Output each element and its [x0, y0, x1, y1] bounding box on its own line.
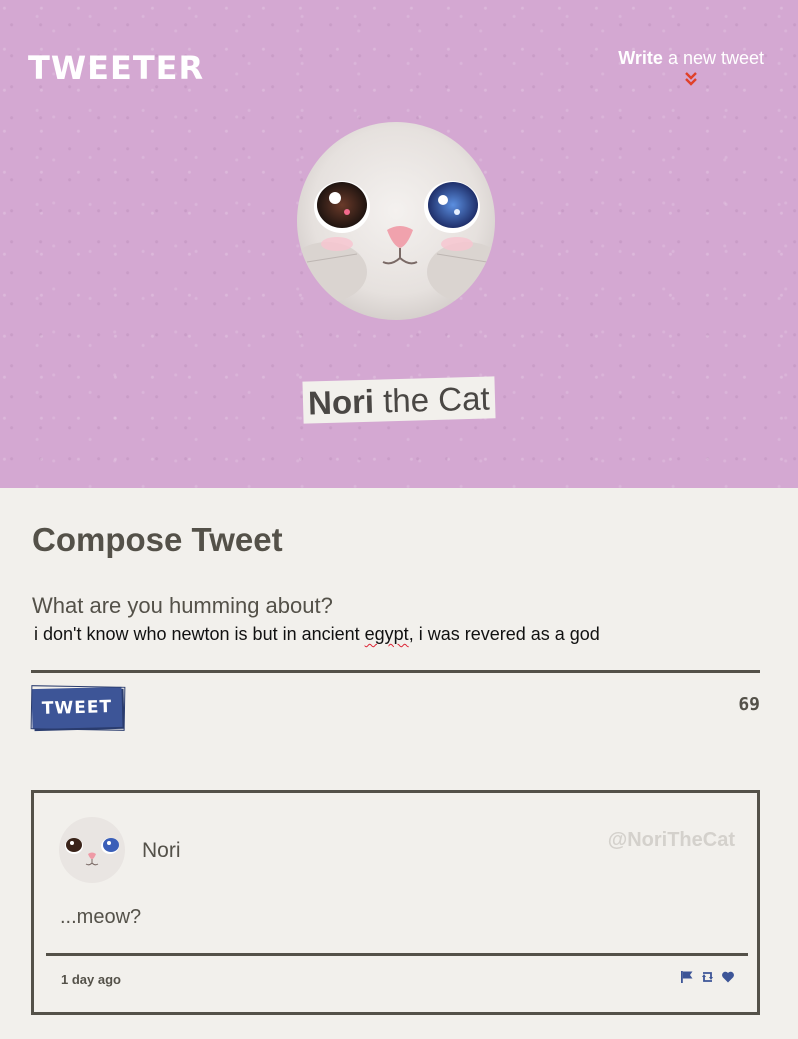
tweet-button[interactable]: TWEET	[31, 686, 123, 730]
compose-text-misspelled: egypt	[364, 624, 409, 644]
tweet-content: ...meow?	[60, 906, 142, 928]
character-counter: 69	[738, 694, 760, 715]
tweet-card: Nori @NoriTheCat ...meow? 1 day ago	[31, 790, 760, 1015]
compose-textarea[interactable]: i don't know who newton is but in ancien…	[34, 622, 760, 646]
app-logo[interactable]: TWEETER	[28, 52, 204, 84]
compose-prompt-label: What are you humming about?	[32, 593, 333, 618]
tweet-author-handle: @NoriTheCat	[607, 829, 735, 851]
compose-section: Compose Tweet What are you humming about…	[32, 518, 760, 646]
write-link-strong: Write	[618, 48, 663, 68]
double-chevron-down-icon	[685, 72, 697, 86]
heart-icon[interactable]	[721, 970, 735, 984]
profile-name: Nori the Cat	[302, 376, 496, 424]
compose-divider	[31, 670, 760, 673]
profile-name-first: Nori	[307, 382, 375, 422]
tweet-author-name: Nori	[142, 839, 181, 862]
compose-text-before: i don't know who newton is but in ancien…	[34, 624, 365, 644]
compose-text-after: , i was revered as a god	[408, 624, 600, 644]
profile-name-rest: the Cat	[373, 379, 491, 420]
profile-avatar	[297, 122, 495, 320]
tweet-button-label: TWEET	[41, 697, 113, 719]
tweet-divider	[46, 953, 748, 956]
write-new-tweet-link[interactable]: Write a new tweet	[618, 48, 764, 87]
write-link-rest: a new tweet	[662, 48, 764, 68]
tweet-timestamp: 1 day ago	[61, 972, 121, 987]
profile-header: TWEETER Write a new tweet Nori the Cat	[0, 0, 798, 488]
compose-title: Compose Tweet	[32, 521, 283, 558]
tweet-avatar	[59, 817, 125, 883]
tweet-actions	[680, 970, 735, 984]
flag-icon[interactable]	[680, 970, 694, 984]
retweet-icon[interactable]	[700, 970, 715, 984]
